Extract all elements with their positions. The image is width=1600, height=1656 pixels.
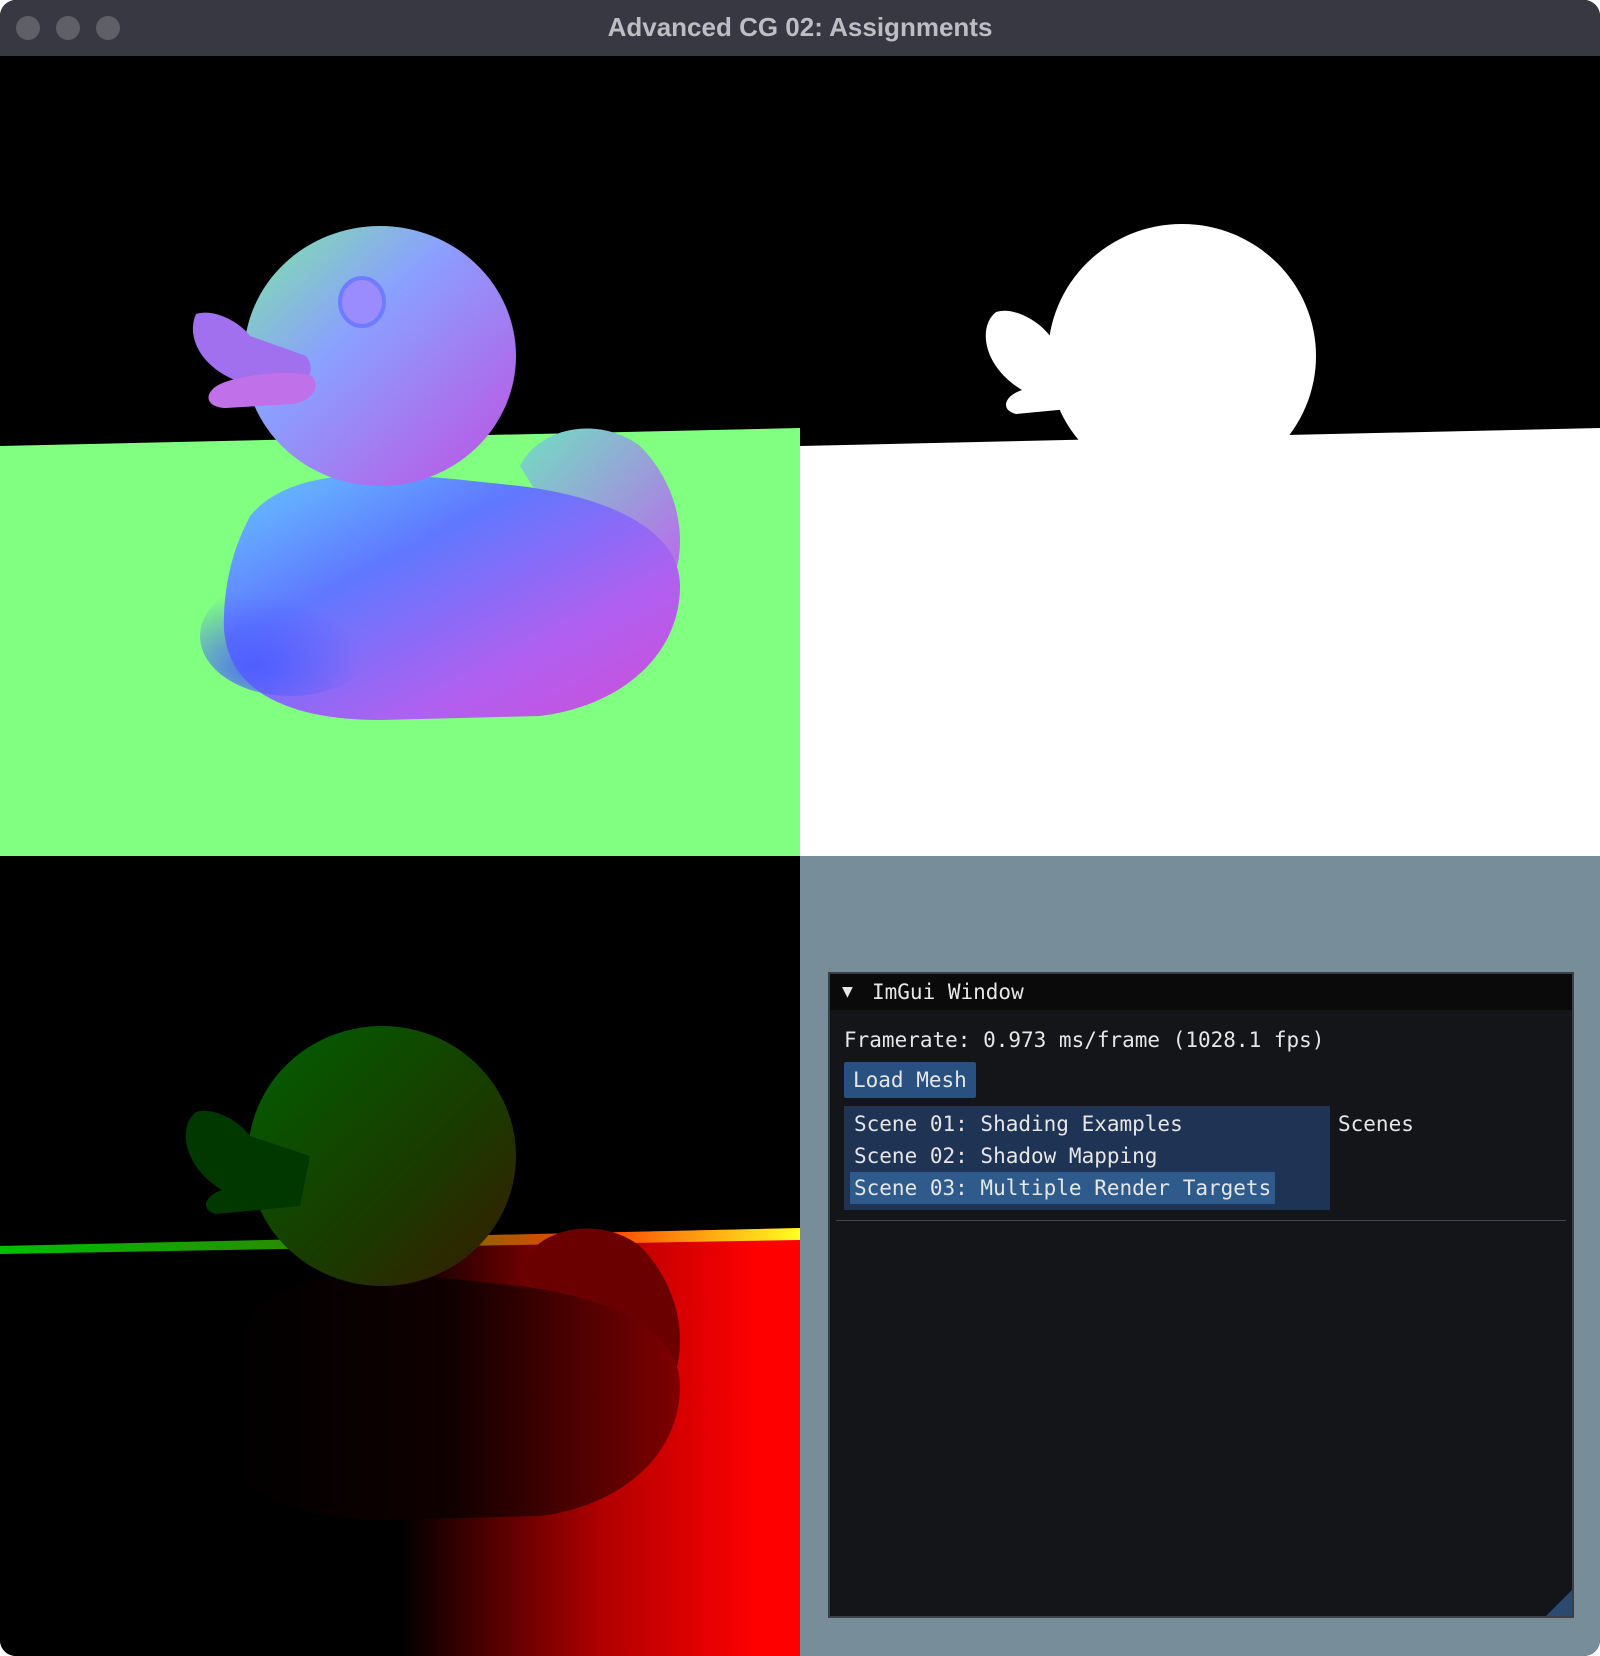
position-buffer-view [0,856,800,1656]
imgui-title-bar[interactable]: ▼ ImGui Window [830,974,1572,1010]
app-window: Advanced CG 02: Assignments ▼ ImGui Wind… [0,0,1600,1656]
render-area[interactable]: ▼ ImGui Window Framerate: 0.973 ms/frame… [0,56,1600,1656]
mask-buffer-render [800,224,1600,856]
imgui-window[interactable]: ▼ ImGui Window Framerate: 0.973 ms/frame… [828,972,1574,1618]
scenes-listbox[interactable]: Scene 01: Shading Examples Scene 02: Sha… [844,1106,1330,1210]
framerate-text: Framerate: 0.973 ms/frame (1028.1 fps) [844,1028,1325,1052]
scenes-label: Scenes [1338,1112,1414,1136]
triangle-down-icon[interactable]: ▼ [842,974,853,1010]
scene-item-01[interactable]: Scene 01: Shading Examples [850,1108,1187,1140]
resize-grip-icon[interactable] [1546,1590,1572,1616]
scene-item-02[interactable]: Scene 02: Shadow Mapping [850,1140,1161,1172]
normal-buffer-view [0,56,800,856]
separator [836,1220,1566,1221]
gui-viewport: ▼ ImGui Window Framerate: 0.973 ms/frame… [800,856,1600,1656]
window-title: Advanced CG 02: Assignments [607,12,993,42]
normal-buffer-render [0,226,800,856]
scene-item-03[interactable]: Scene 03: Multiple Render Targets [850,1172,1276,1204]
title-bar[interactable]: Advanced CG 02: Assignments [0,0,1600,57]
imgui-window-title: ImGui Window [872,980,1024,1004]
mask-buffer-view [800,56,1600,856]
position-buffer-render [0,1026,800,1656]
load-mesh-button[interactable]: Load Mesh [844,1062,976,1098]
